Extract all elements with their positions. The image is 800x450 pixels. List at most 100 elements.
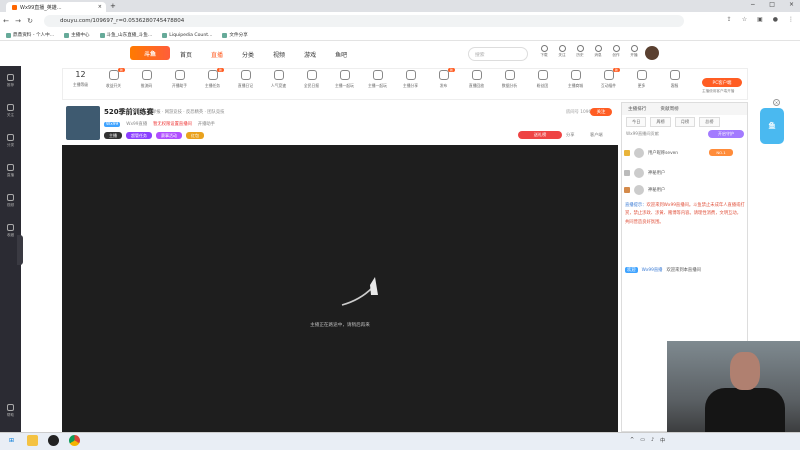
pill-task[interactable]: 超管任务 <box>126 132 152 139</box>
room-category[interactable]: 举报 · 网游竞技 · 反恐精英 · 团队竞技 <box>152 109 224 115</box>
obs-icon[interactable] <box>48 435 59 446</box>
tab-today[interactable]: 今日 <box>626 117 647 127</box>
network-icon[interactable]: ▭ <box>640 437 645 444</box>
toolbar-item[interactable]: 互动插件 新 <box>592 68 625 89</box>
address-bar[interactable]: douyu.com/109697_r=0.0536280745478804 <box>44 15 684 27</box>
profile-icon[interactable]: ● <box>773 16 778 23</box>
toolbar-item[interactable]: 发布 新 <box>427 68 460 89</box>
user-avatar[interactable] <box>645 46 659 60</box>
heart-icon[interactable]: 关注 <box>556 45 568 58</box>
sidebar-item-live[interactable]: 直播 <box>0 156 21 186</box>
toolbar-item[interactable]: 客服 <box>658 70 691 89</box>
toolbar-item[interactable]: 直播回放 <box>460 70 493 89</box>
guard-button[interactable]: 开启守护 <box>708 130 744 138</box>
message-icon[interactable]: 消息 <box>592 45 604 58</box>
history-icon[interactable]: 历史 <box>574 45 586 58</box>
bookmark-item[interactable]: Liquipedia Count... <box>162 32 212 38</box>
share-button[interactable]: 分享 <box>566 132 574 138</box>
download-icon[interactable]: 下载 <box>538 45 550 58</box>
tab-close-icon[interactable]: × <box>98 4 102 10</box>
pill-anchor[interactable]: 主播 <box>104 132 122 139</box>
toolbar-item[interactable]: 推流码 <box>130 70 163 89</box>
toolbar-item[interactable]: 全民日报 <box>295 70 328 89</box>
reload-icon[interactable]: ↻ <box>24 17 36 25</box>
warning-text[interactable]: 暂无权限设置直播间 <box>153 121 192 127</box>
sidebar-item-video[interactable]: 视频 <box>0 186 21 216</box>
toolbar-item[interactable]: 主播商城 <box>559 70 592 89</box>
rank-row[interactable]: 神秘用户 <box>624 185 665 195</box>
sidebar-item-recommend[interactable]: 推荐 <box>0 66 21 96</box>
toolbar-item[interactable]: 开播助手 <box>163 70 196 89</box>
tab-anchor-rank[interactable]: 主播排行 <box>628 106 646 112</box>
pill-redpacket[interactable]: 红包 <box>186 132 204 139</box>
sidebar-collapse-handle[interactable] <box>17 235 23 265</box>
tab-contribution[interactable]: 贡献周榜 <box>660 106 678 112</box>
volume-icon[interactable]: ♪ <box>651 437 654 444</box>
tray-up-icon[interactable]: ^ <box>630 437 634 444</box>
rank-row[interactable]: 神秘用户 <box>624 168 665 178</box>
browser-tab[interactable]: Wx99直播_英雄... × <box>6 2 106 12</box>
star-icon[interactable]: ☆ <box>742 16 747 23</box>
chrome-icon[interactable] <box>69 435 80 446</box>
toolbar-item-label: 粉丝团 <box>536 83 549 88</box>
toolbar-item[interactable]: 粉丝团 <box>526 70 559 89</box>
welcome-user[interactable]: Wx99直播 <box>642 267 663 273</box>
search-input[interactable]: 搜索 <box>468 47 528 61</box>
pill-event[interactable]: 赛事活动 <box>156 132 182 139</box>
toolbar-item[interactable]: 主播一起玩 <box>328 70 361 89</box>
nav-yuba[interactable]: 鱼吧 <box>335 50 347 59</box>
nav-games[interactable]: 游戏 <box>304 50 316 59</box>
sidebar-item-category[interactable]: 分类 <box>0 126 21 156</box>
gift-rank-button[interactable]: 送礼榜 <box>518 131 562 139</box>
avatar <box>634 148 644 158</box>
toolbar-item[interactable]: 主播一起玩 <box>361 70 394 89</box>
extension-icon[interactable]: ▣ <box>757 16 763 23</box>
streamer-avatar[interactable] <box>66 106 100 140</box>
close-icon[interactable]: × <box>773 99 780 106</box>
maximize-button[interactable]: □ <box>769 1 775 8</box>
mascot-widget[interactable]: 鱼 <box>760 108 784 144</box>
bookmark-item[interactable]: 文件分享 <box>222 32 248 38</box>
bookmark-item[interactable]: 主播中心 <box>64 32 90 38</box>
tab-week[interactable]: 周榜 <box>650 117 671 127</box>
toolbar-item[interactable]: 数据分析 <box>493 70 526 89</box>
nav-home[interactable]: 首页 <box>180 50 192 59</box>
video-player[interactable] <box>62 145 618 432</box>
tab-total[interactable]: 总榜 <box>699 117 720 127</box>
sidebar-item-help[interactable]: 帮助 <box>0 396 21 426</box>
toolbar-item[interactable]: 收益开关 新 <box>97 68 130 89</box>
start-icon[interactable]: ⊞ <box>6 435 17 446</box>
toolbar-item[interactable]: 主播任务 新 <box>196 68 229 89</box>
assistant-link[interactable]: 开播助手 <box>198 121 215 127</box>
client-button[interactable]: 客户端 <box>590 132 603 138</box>
toolbar-item-label: 发布 <box>439 83 448 88</box>
tab-month[interactable]: 月榜 <box>674 117 696 127</box>
site-logo[interactable]: 斗鱼 <box>130 46 170 60</box>
nav-category[interactable]: 分类 <box>242 50 254 59</box>
back-icon[interactable]: ← <box>0 17 12 25</box>
follow-button[interactable]: 关注 <box>590 108 612 116</box>
bookmark-item[interactable]: 斗鱼_山东直播_斗鱼... <box>99 32 152 38</box>
share-icon[interactable]: ⇪ <box>727 16 732 23</box>
bell-icon[interactable]: 开播 <box>628 45 640 58</box>
bookmark-item[interactable]: 鼎鼎资料 - 个人中... <box>6 32 54 38</box>
toolbar-item[interactable]: 主播分享 <box>394 70 427 89</box>
minimize-button[interactable]: − <box>750 1 755 8</box>
toolbar-item[interactable]: 更多 <box>625 70 658 89</box>
folder-icon[interactable] <box>27 435 38 446</box>
ime-icon[interactable]: 中 <box>660 437 665 444</box>
pc-client-button[interactable]: PC客户端 <box>702 78 742 87</box>
forward-icon[interactable]: → <box>12 17 24 25</box>
new-tab-button[interactable]: + <box>110 2 116 10</box>
rank-row[interactable]: 用户昵称seven <box>624 148 678 158</box>
sidebar-item-follow[interactable]: 关注 <box>0 96 21 126</box>
nav-video[interactable]: 视频 <box>273 50 285 59</box>
anchor-level[interactable]: 12 主播等级 <box>64 70 97 89</box>
streamer-name[interactable]: Wx99直播 <box>126 121 147 127</box>
nav-live[interactable]: 直播 <box>211 50 223 59</box>
toolbar-item[interactable]: 人气竞速 <box>262 70 295 89</box>
upload-icon[interactable]: 创作 <box>610 45 622 58</box>
close-window-button[interactable]: × <box>789 1 794 8</box>
toolbar-item[interactable]: 直播日记 <box>229 70 262 89</box>
menu-icon[interactable]: ⋮ <box>788 16 794 23</box>
